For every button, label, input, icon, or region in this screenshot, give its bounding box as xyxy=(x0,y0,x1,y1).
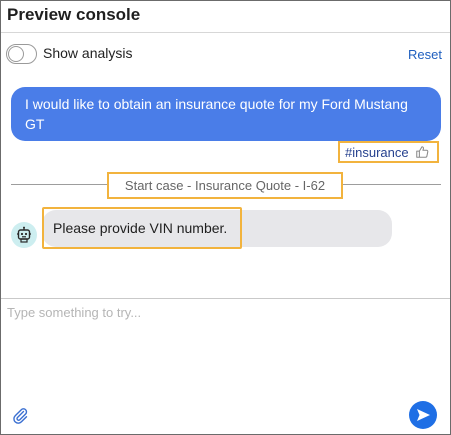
show-analysis-toggle[interactable] xyxy=(6,44,37,64)
intent-tag: #insurance xyxy=(338,141,439,163)
show-analysis-label: Show analysis xyxy=(43,45,133,61)
thumbs-up-icon[interactable] xyxy=(415,145,429,159)
case-label: Start case - Insurance Quote - I-62 xyxy=(107,172,343,199)
bot-message-highlight: Please provide VIN number. xyxy=(42,207,242,249)
robot-icon xyxy=(17,226,31,243)
intent-tag-text: #insurance xyxy=(345,144,409,160)
title-divider xyxy=(1,32,450,33)
send-button[interactable] xyxy=(409,401,437,429)
user-message-text: I would like to obtain an insurance quot… xyxy=(25,96,408,132)
paperclip-icon[interactable] xyxy=(11,406,29,424)
bot-avatar xyxy=(11,222,37,248)
chat-input[interactable] xyxy=(7,305,443,391)
page-title: Preview console xyxy=(7,5,141,24)
preview-console-panel: Preview console Show analysis Reset I wo… xyxy=(0,0,451,435)
send-arrow-icon xyxy=(417,409,430,421)
reset-link[interactable]: Reset xyxy=(408,47,442,62)
composer-divider xyxy=(1,298,450,299)
bot-message-text: Please provide VIN number. xyxy=(53,220,228,236)
toggle-knob xyxy=(8,46,24,62)
user-message-bubble: I would like to obtain an insurance quot… xyxy=(11,87,441,141)
case-label-text: Start case - Insurance Quote - I-62 xyxy=(124,178,326,193)
